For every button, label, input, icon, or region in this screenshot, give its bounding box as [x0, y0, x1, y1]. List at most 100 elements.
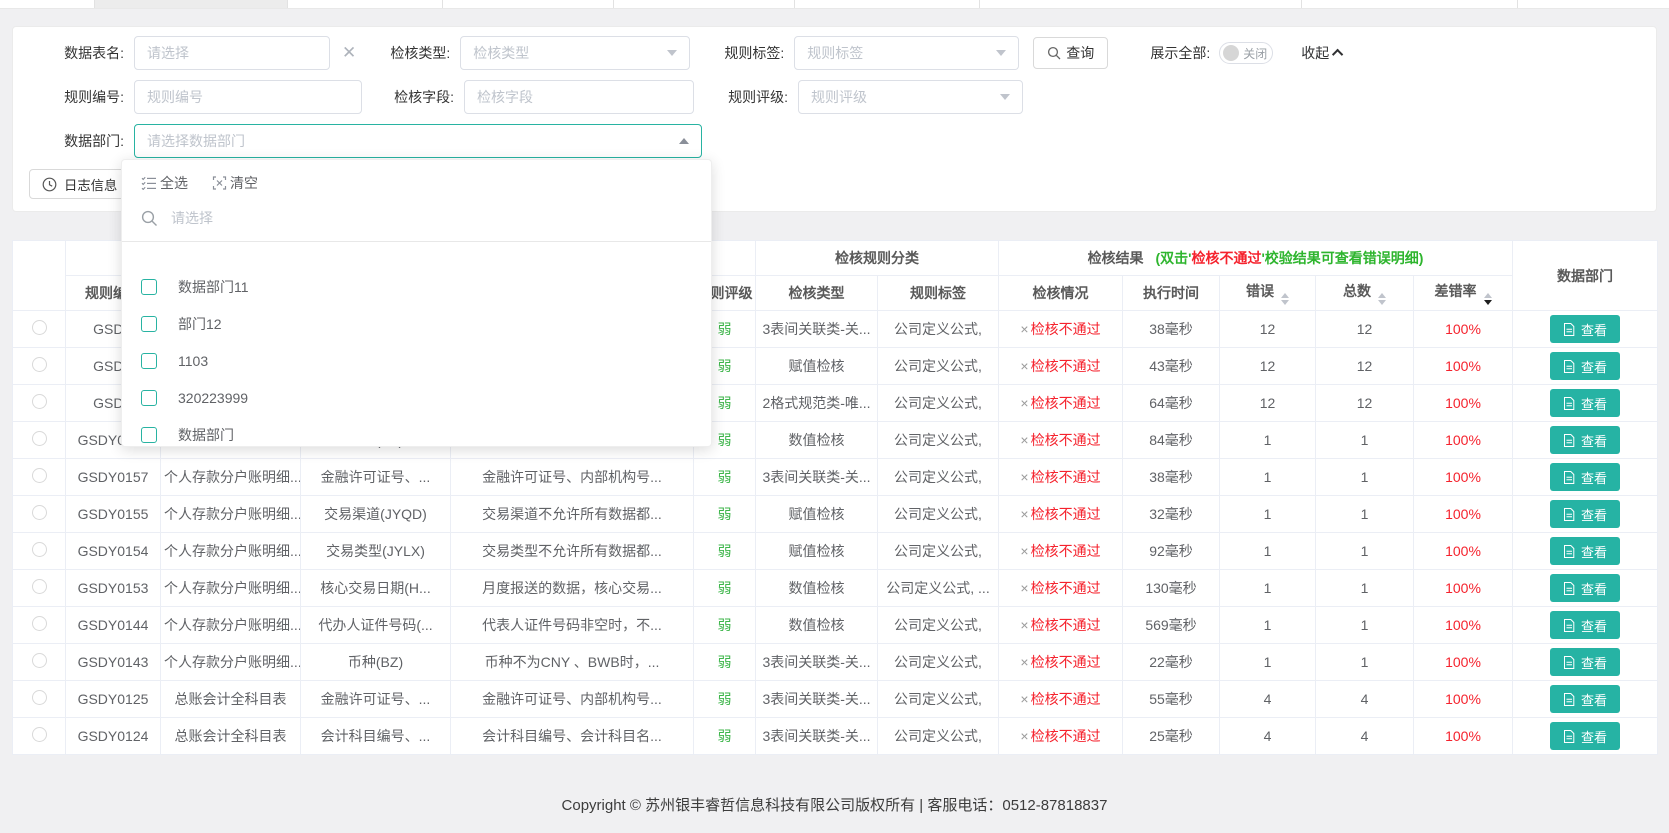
- cell-rule-desc: 月度报送的数据，核心交易...: [451, 570, 694, 607]
- cell-dept-action: 查看: [1513, 681, 1658, 718]
- cell-select: [13, 607, 66, 644]
- dropdown-search-input[interactable]: 请选择: [122, 201, 711, 242]
- view-button[interactable]: 查看: [1550, 574, 1620, 602]
- top-tab-segment[interactable]: [980, 0, 1302, 8]
- checkbox[interactable]: [141, 279, 157, 295]
- check-type-select[interactable]: 检核类型: [460, 36, 690, 70]
- view-button[interactable]: 查看: [1550, 426, 1620, 454]
- sort-icon[interactable]: [1378, 293, 1386, 305]
- row-radio[interactable]: [32, 653, 47, 668]
- view-button-label: 查看: [1581, 616, 1607, 635]
- row-radio[interactable]: [32, 468, 47, 483]
- dropdown-option[interactable]: 1103: [122, 342, 711, 379]
- check-field-label: 检核字段:: [374, 87, 454, 107]
- filter-row-3: 数据部门: 请选择数据部门: [29, 123, 1656, 159]
- select-all-button[interactable]: 全选: [141, 173, 188, 193]
- check-type-label: 检核类型:: [370, 43, 450, 63]
- cell-select: [13, 718, 66, 755]
- row-radio[interactable]: [32, 542, 47, 557]
- document-icon: [1563, 619, 1575, 632]
- cell-rule-level: 弱: [694, 459, 756, 496]
- row-radio[interactable]: [32, 357, 47, 372]
- view-button-label: 查看: [1581, 394, 1607, 413]
- view-button[interactable]: 查看: [1550, 611, 1620, 639]
- cell-rule-no: GSDY0155: [66, 496, 161, 533]
- check-field-input[interactable]: 检核字段: [464, 80, 694, 114]
- cell-errors: 1: [1220, 496, 1316, 533]
- view-button[interactable]: 查看: [1550, 352, 1620, 380]
- checkbox[interactable]: [141, 353, 157, 369]
- rule-tag-label: 规则标签:: [704, 43, 784, 63]
- data-dept-dropdown: 全选 清空 请选择 数据部门11部门121103320223999 数据部门: [121, 159, 712, 447]
- top-tab-segment[interactable]: [614, 0, 795, 8]
- cell-exec-time: 38毫秒: [1123, 311, 1220, 348]
- checkbox[interactable]: [141, 390, 157, 406]
- sort-icon[interactable]: [1281, 293, 1289, 305]
- col-header-errors[interactable]: 错误: [1220, 276, 1316, 311]
- cell-total: 1: [1316, 607, 1414, 644]
- checkbox[interactable]: [141, 427, 157, 443]
- clear-all-button[interactable]: 清空: [212, 173, 258, 193]
- fail-x-icon: ×: [1020, 432, 1028, 448]
- cell-rule-no: GSDY0143: [66, 644, 161, 681]
- show-all-toggle[interactable]: 关闭: [1219, 42, 1273, 64]
- dropdown-option[interactable]: 320223999: [122, 379, 711, 416]
- cell-rate: 100%: [1414, 422, 1513, 459]
- view-button[interactable]: 查看: [1550, 722, 1620, 750]
- rule-level-select[interactable]: 规则评级: [798, 80, 1023, 114]
- row-radio[interactable]: [32, 579, 47, 594]
- query-button[interactable]: 查询: [1033, 37, 1108, 69]
- table-name-input[interactable]: 请选择: [134, 36, 330, 70]
- view-button[interactable]: 查看: [1550, 500, 1620, 528]
- view-button[interactable]: 查看: [1550, 537, 1620, 565]
- top-tab-segment[interactable]: [0, 0, 95, 8]
- cell-table-name: 个人存款分户账明细...: [161, 533, 301, 570]
- col-header-rate[interactable]: 差错率: [1414, 276, 1513, 311]
- view-button[interactable]: 查看: [1550, 685, 1620, 713]
- clear-icon[interactable]: ✕: [342, 43, 356, 63]
- checkbox[interactable]: [141, 316, 157, 332]
- row-radio[interactable]: [32, 320, 47, 335]
- view-button[interactable]: 查看: [1550, 389, 1620, 417]
- row-radio[interactable]: [32, 690, 47, 705]
- rule-tag-select[interactable]: 规则标签: [794, 36, 1019, 70]
- row-radio[interactable]: [32, 616, 47, 631]
- cell-total: 1: [1316, 459, 1414, 496]
- cell-errors: 12: [1220, 385, 1316, 422]
- dropdown-option-label: 数据部门: [178, 425, 234, 445]
- view-button[interactable]: 查看: [1550, 648, 1620, 676]
- document-icon: [1563, 508, 1575, 521]
- top-tab-segment[interactable]: [288, 0, 443, 8]
- row-radio[interactable]: [32, 727, 47, 742]
- cell-dept-action: 查看: [1513, 644, 1658, 681]
- col-header-total[interactable]: 总数: [1316, 276, 1414, 311]
- cell-check-type: 数值检核: [756, 422, 878, 459]
- dropdown-option[interactable]: 部门12: [122, 305, 711, 342]
- rule-no-input[interactable]: 规则编号: [134, 80, 362, 114]
- row-radio[interactable]: [32, 431, 47, 446]
- collapse-button[interactable]: 收起: [1301, 43, 1343, 63]
- cell-check-status: ×检核不通过: [999, 422, 1123, 459]
- cell-rate: 100%: [1414, 348, 1513, 385]
- search-icon: [141, 210, 158, 227]
- top-tab-segment[interactable]: [795, 0, 980, 8]
- top-tab-segment[interactable]: [443, 0, 614, 8]
- top-tab-segment[interactable]: [1302, 0, 1518, 8]
- dropdown-option[interactable]: 数据部门11: [122, 268, 711, 305]
- cell-exec-time: 25毫秒: [1123, 718, 1220, 755]
- dropdown-option[interactable]: 数据部门: [122, 416, 711, 453]
- row-radio[interactable]: [32, 394, 47, 409]
- sort-icon[interactable]: [1484, 293, 1492, 305]
- view-button[interactable]: 查看: [1550, 315, 1620, 343]
- view-button[interactable]: 查看: [1550, 463, 1620, 491]
- view-button-label: 查看: [1581, 468, 1607, 487]
- cell-check-type: 3表间关联类-关...: [756, 681, 878, 718]
- view-button-label: 查看: [1581, 542, 1607, 561]
- col-header-select: [13, 241, 66, 311]
- top-tab-segment[interactable]: [1518, 0, 1669, 8]
- row-radio[interactable]: [32, 505, 47, 520]
- col-header-rule-tag: 规则标签: [878, 276, 999, 311]
- data-dept-select[interactable]: 请选择数据部门: [134, 124, 702, 158]
- table-row: GSDY0154个人存款分户账明细...交易类型(JYLX)交易类型不允许所有数…: [13, 533, 1658, 570]
- top-tab-segment[interactable]: [95, 0, 288, 8]
